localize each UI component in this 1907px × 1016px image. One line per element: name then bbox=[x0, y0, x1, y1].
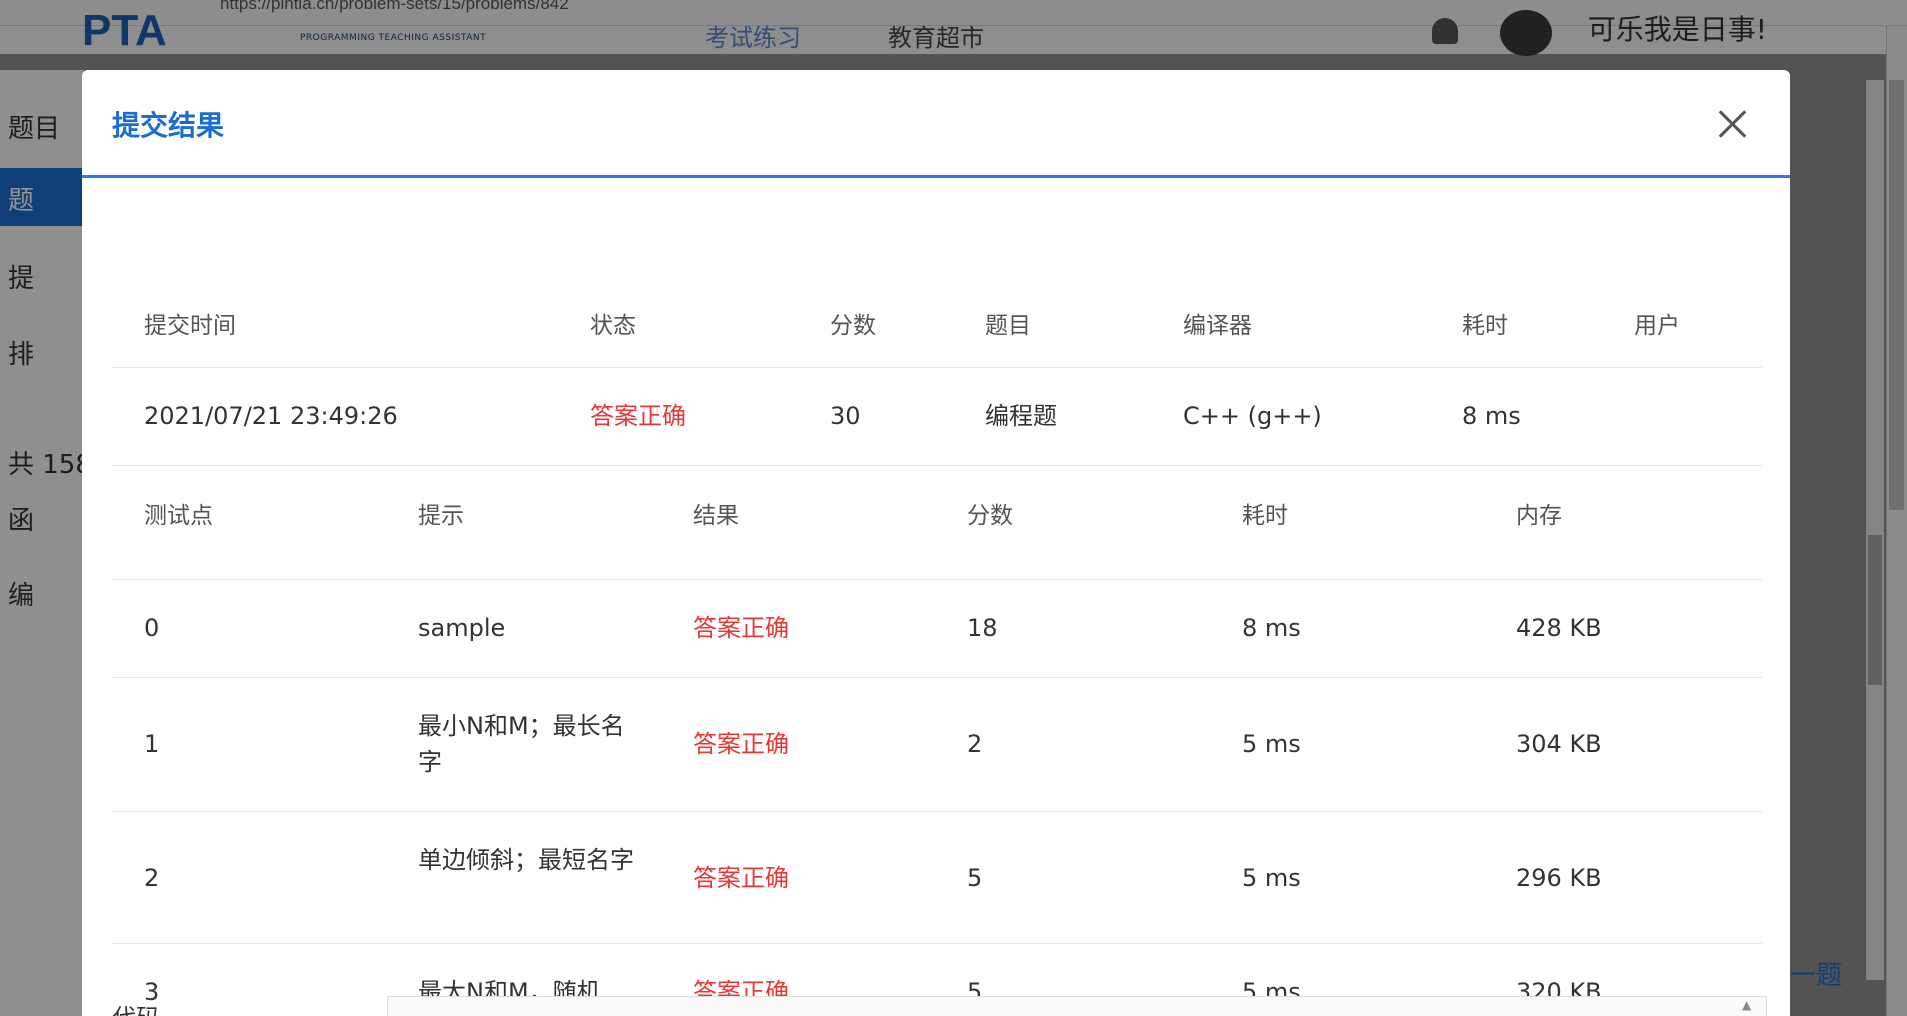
code-scroll-up-icon[interactable]: ▲ bbox=[1742, 998, 1760, 1016]
submission-row: 2021/07/21 23:49:26 答案正确 30 编程题 C++ (g++… bbox=[112, 368, 1762, 466]
testcase-table: 测试点 提示 结果 分数 耗时 内存 0 sample 答案正确 18 8 ms… bbox=[112, 466, 1762, 1016]
tc-score: 2 bbox=[967, 730, 983, 758]
col-tc-score: 分数 bbox=[967, 503, 1013, 529]
submission-result-modal: 提交结果 提交时间 状态 分数 题目 编译器 耗时 用户 2021/07/21 … bbox=[82, 70, 1790, 1016]
tc-hint: 最小N和M；最长名字 bbox=[418, 712, 625, 776]
submission-header-row: 提交时间 状态 分数 题目 编译器 耗时 用户 bbox=[112, 250, 1762, 368]
col-submit-time: 提交时间 bbox=[144, 313, 236, 339]
modal-title: 提交结果 bbox=[112, 109, 225, 142]
col-status: 状态 bbox=[590, 313, 636, 339]
table-row: 2 单边倾斜；最短名字 答案正确 5 5 ms 296 KB bbox=[112, 812, 1762, 944]
tc-time: 8 ms bbox=[1242, 614, 1301, 642]
tc-time: 5 ms bbox=[1242, 864, 1301, 892]
tc-score: 5 bbox=[967, 864, 983, 892]
col-hint: 提示 bbox=[418, 503, 464, 529]
table-row: 0 sample 答案正确 18 8 ms 428 KB bbox=[112, 580, 1762, 678]
code-label: 代码 bbox=[112, 998, 160, 1016]
tc-hint: sample bbox=[418, 614, 506, 642]
tc-result: 答案正确 bbox=[693, 864, 789, 892]
tc-id: 1 bbox=[144, 730, 160, 758]
submit-score: 30 bbox=[830, 402, 861, 430]
submit-compiler: C++ (g++) bbox=[1183, 402, 1322, 430]
code-editor[interactable] bbox=[387, 996, 1767, 1016]
col-testcase: 测试点 bbox=[144, 503, 213, 529]
tc-result: 答案正确 bbox=[693, 614, 789, 642]
col-compiler: 编译器 bbox=[1183, 313, 1252, 339]
tc-id: 2 bbox=[144, 864, 160, 892]
submission-table: 提交时间 状态 分数 题目 编译器 耗时 用户 2021/07/21 23:49… bbox=[112, 250, 1762, 466]
testcase-header-row: 测试点 提示 结果 分数 耗时 内存 bbox=[112, 466, 1762, 580]
tc-memory: 428 KB bbox=[1516, 614, 1602, 642]
tc-score: 18 bbox=[967, 614, 998, 642]
col-memory: 内存 bbox=[1516, 503, 1562, 529]
submit-problem: 编程题 bbox=[985, 402, 1057, 430]
tc-memory: 304 KB bbox=[1516, 730, 1602, 758]
submit-elapsed: 8 ms bbox=[1462, 402, 1521, 430]
table-row: 1 最小N和M；最长名字 答案正确 2 5 ms 304 KB bbox=[112, 678, 1762, 812]
tc-hint: 单边倾斜；最短名字 bbox=[418, 846, 634, 874]
tc-id: 0 bbox=[144, 614, 160, 642]
close-icon[interactable] bbox=[1712, 104, 1752, 144]
modal-header: 提交结果 bbox=[82, 70, 1790, 178]
col-score: 分数 bbox=[830, 313, 876, 339]
col-elapsed: 耗时 bbox=[1462, 313, 1508, 339]
tc-result: 答案正确 bbox=[693, 730, 789, 758]
col-user: 用户 bbox=[1634, 313, 1680, 339]
tc-time: 5 ms bbox=[1242, 730, 1301, 758]
submit-time: 2021/07/21 23:49:26 bbox=[144, 402, 398, 430]
col-result: 结果 bbox=[693, 503, 739, 529]
submit-status: 答案正确 bbox=[590, 402, 686, 430]
col-problem: 题目 bbox=[985, 313, 1031, 339]
col-tc-time: 耗时 bbox=[1242, 503, 1288, 529]
tc-memory: 296 KB bbox=[1516, 864, 1602, 892]
